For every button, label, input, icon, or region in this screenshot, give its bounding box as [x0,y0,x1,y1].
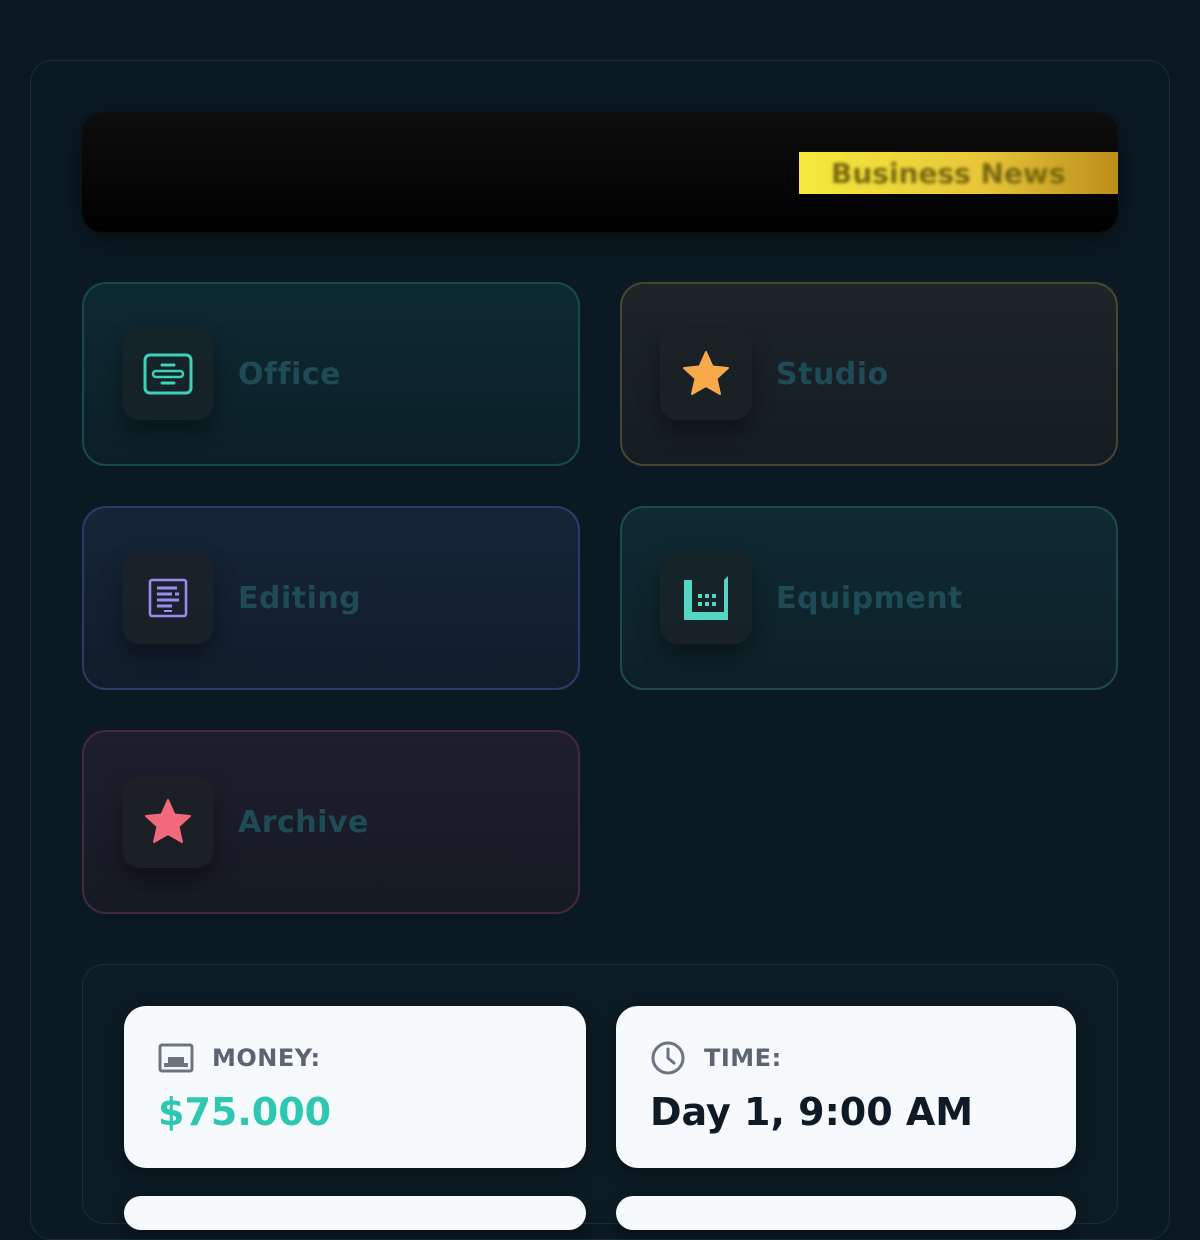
money-label: MONEY: [212,1044,321,1072]
money-value: $75.000 [158,1090,332,1134]
location-label-equipment: Equipment [776,580,963,616]
location-label-editing: Editing [238,580,362,616]
location-card-equipment[interactable]: Equipment [620,506,1118,690]
time-stat-card: TIME: Day 1, 9:00 AM [616,1006,1076,1168]
editing-icon-box [122,552,214,644]
location-card-office[interactable]: Office [82,282,580,466]
studio-icon-box [660,328,752,420]
time-label: TIME: [704,1044,782,1072]
office-icon [143,353,193,395]
clock-icon [651,1041,685,1075]
equipment-icon-box [660,552,752,644]
document-icon [148,578,188,618]
star-icon [683,351,729,395]
news-banner: Business News [82,112,1118,232]
time-value: Day 1, 9:00 AM [650,1090,974,1134]
ticker-text: Business News [831,156,1066,190]
money-stat-card: MONEY: $75.000 [124,1006,586,1168]
stat-card-partial [616,1196,1076,1230]
location-card-archive[interactable]: Archive [82,730,580,914]
location-label-archive: Archive [238,804,369,840]
location-card-editing[interactable]: Editing [82,506,580,690]
factory-icon [684,576,728,620]
location-label-studio: Studio [776,356,889,392]
office-icon-box [122,328,214,420]
archive-icon-box [122,776,214,868]
stat-card-partial [124,1196,586,1230]
location-card-studio[interactable]: Studio [620,282,1118,466]
wallet-icon [158,1043,194,1073]
news-ticker: Business News [799,152,1118,194]
location-label-office: Office [238,356,342,392]
star-icon [145,799,191,843]
